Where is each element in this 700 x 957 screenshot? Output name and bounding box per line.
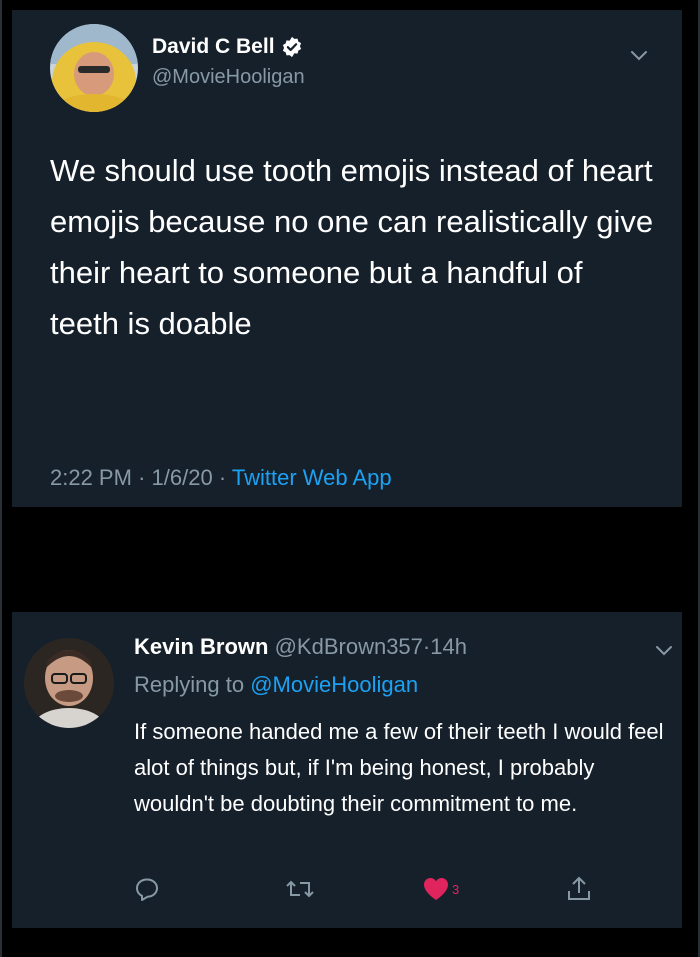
reply-button[interactable] <box>134 874 160 904</box>
author-display-name[interactable]: David C Bell <box>152 35 275 59</box>
author-avatar[interactable] <box>50 24 138 112</box>
tweet-time[interactable]: 2:22 PM <box>50 465 132 490</box>
reply-author-avatar[interactable] <box>24 638 114 728</box>
meta-separator: · <box>138 465 146 490</box>
retweet-button[interactable] <box>285 874 315 904</box>
heart-icon <box>424 878 448 900</box>
reply-icon <box>136 878 158 901</box>
author-name-row: David C Bell <box>152 35 303 59</box>
reply-age[interactable]: 14h <box>430 634 467 659</box>
chevron-down-icon[interactable] <box>655 645 673 657</box>
replying-to-prefix: Replying to <box>134 672 245 697</box>
tweet-source-link[interactable]: Twitter Web App <box>232 465 392 490</box>
retweet-icon <box>286 880 314 898</box>
reply-author-handle[interactable]: @KdBrown357 <box>275 634 423 659</box>
chevron-down-icon[interactable] <box>630 50 648 62</box>
main-tweet-card: David C Bell @MovieHooligan We should us… <box>12 10 682 507</box>
share-icon <box>568 876 590 900</box>
replying-to-mention[interactable]: @MovieHooligan <box>250 672 418 697</box>
like-count: 3 <box>452 881 460 897</box>
frame-border-left <box>0 0 2 957</box>
reply-text: If someone handed me a few of their teet… <box>134 719 664 816</box>
reply-header: Kevin Brown @KdBrown357·14h <box>134 634 467 660</box>
verified-badge-icon <box>282 36 301 58</box>
reply-tweet-card[interactable]: Kevin Brown @KdBrown357·14h Replying to … <box>12 612 682 928</box>
share-button[interactable] <box>565 874 593 904</box>
author-handle[interactable]: @MovieHooligan <box>152 66 305 89</box>
reply-action-bar: 3 <box>12 874 682 904</box>
reply-author-name[interactable]: Kevin Brown <box>134 634 268 659</box>
tweet-text: We should use tooth emojis instead of he… <box>50 153 654 341</box>
meta-separator: · <box>218 465 227 490</box>
replying-to-line: Replying to @MovieHooligan <box>134 672 418 698</box>
tweet-date[interactable]: 1/6/20 <box>152 465 213 490</box>
like-button[interactable]: 3 <box>422 874 459 904</box>
tweet-meta: 2:22 PM · 1/6/20 · Twitter Web App <box>50 465 392 491</box>
